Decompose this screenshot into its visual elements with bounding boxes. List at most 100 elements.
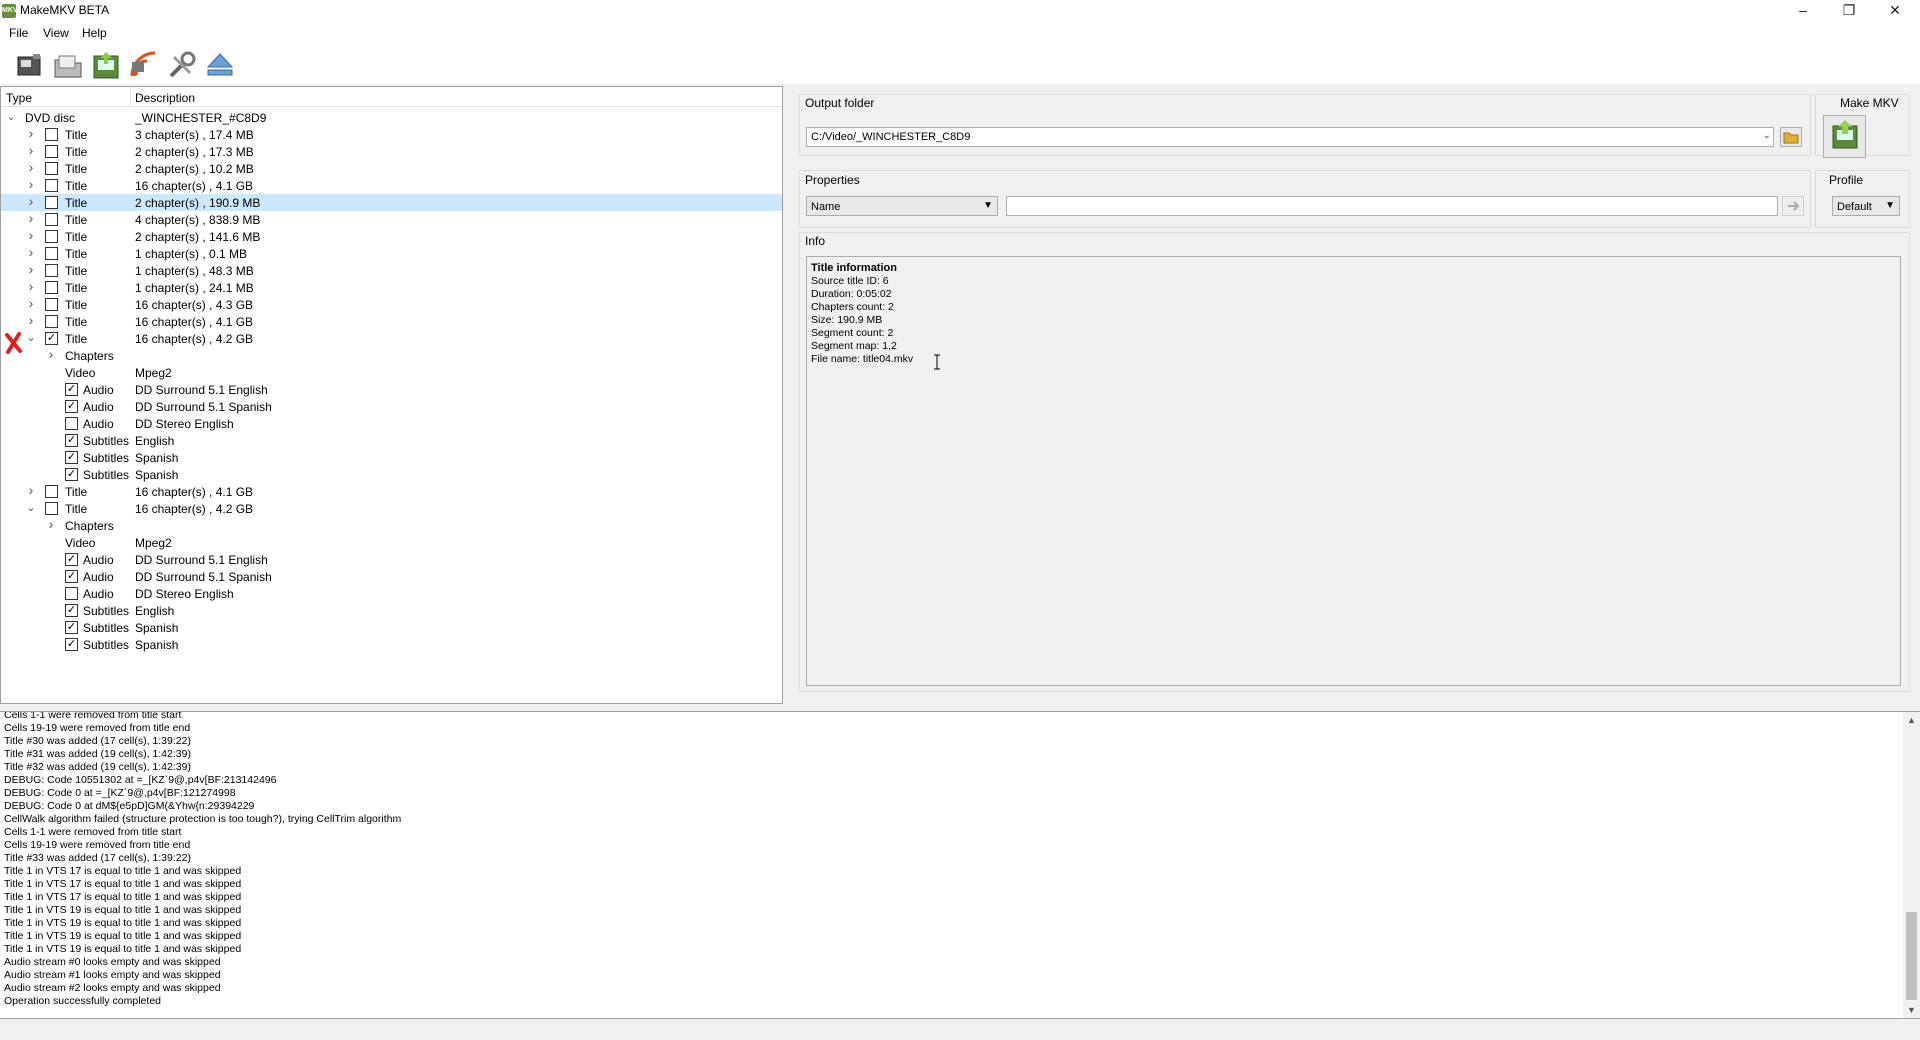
tree-row[interactable]: › Chapters bbox=[1, 517, 782, 534]
backup-icon[interactable] bbox=[89, 48, 123, 82]
tree-row[interactable]: ✓ Audio DD Surround 5.1 English bbox=[1, 551, 782, 568]
expand-arrow-icon[interactable]: › bbox=[26, 245, 36, 260]
tree-row[interactable]: › Title 16 chapter(s) , 4.1 GB bbox=[1, 313, 782, 330]
tree-row[interactable]: › Title 2 chapter(s) , 17.3 MB bbox=[1, 143, 782, 160]
column-header-description[interactable]: Description bbox=[135, 91, 195, 105]
minimize-icon[interactable]: – bbox=[1780, 0, 1826, 22]
tree-checkbox[interactable] bbox=[45, 281, 58, 294]
tree-row[interactable]: ⌄ Title 16 chapter(s) , 4.2 GB bbox=[1, 500, 782, 517]
open-files-icon[interactable] bbox=[13, 48, 47, 82]
tree-checkbox[interactable] bbox=[45, 485, 58, 498]
tree-checkbox[interactable]: ✓ bbox=[65, 383, 78, 396]
profile-select[interactable]: Default ▼ bbox=[1832, 196, 1900, 216]
tree-row[interactable]: › Title 1 chapter(s) , 24.1 MB bbox=[1, 279, 782, 296]
expand-arrow-icon[interactable]: › bbox=[26, 296, 36, 311]
tree-checkbox[interactable]: ✓ bbox=[45, 332, 58, 345]
tree-row[interactable]: › Title 1 chapter(s) , 48.3 MB bbox=[1, 262, 782, 279]
expand-arrow-icon[interactable]: › bbox=[26, 194, 36, 209]
tree-checkbox[interactable]: ✓ bbox=[65, 604, 78, 617]
tree-checkbox[interactable] bbox=[65, 417, 78, 430]
eject-icon[interactable] bbox=[203, 48, 237, 82]
tree-row[interactable]: › Title 2 chapter(s) , 141.6 MB bbox=[1, 228, 782, 245]
tree-row[interactable]: ✓ Audio DD Surround 5.1 Spanish bbox=[1, 568, 782, 585]
restore-icon[interactable]: ❐ bbox=[1826, 0, 1872, 22]
expand-arrow-icon[interactable]: › bbox=[26, 126, 36, 141]
output-folder-field[interactable]: C:/Video/_WINCHESTER_C8D9 ⌄ bbox=[806, 127, 1774, 147]
log-scrollbar[interactable]: ▲ ▼ bbox=[1903, 712, 1920, 1018]
tree-row[interactable]: ✓ Subtitles Spanish bbox=[1, 466, 782, 483]
tree-row[interactable]: › Title 1 chapter(s) , 0.1 MB bbox=[1, 245, 782, 262]
tree-checkbox[interactable] bbox=[45, 179, 58, 192]
expand-arrow-icon[interactable]: › bbox=[26, 228, 36, 243]
tree-checkbox[interactable]: ✓ bbox=[65, 434, 78, 447]
tree-row[interactable]: ✓ Subtitles Spanish bbox=[1, 636, 782, 653]
tree-row[interactable]: › Title 2 chapter(s) , 10.2 MB bbox=[1, 160, 782, 177]
tree-row[interactable]: ✓ Audio DD Surround 5.1 English bbox=[1, 381, 782, 398]
tree-row[interactable]: Video Mpeg2 bbox=[1, 534, 782, 551]
column-separator[interactable] bbox=[130, 87, 131, 107]
tree-checkbox[interactable] bbox=[45, 145, 58, 158]
tree-row[interactable]: ✓ Subtitles English bbox=[1, 602, 782, 619]
collapse-arrow-icon[interactable]: ⌄ bbox=[26, 501, 36, 515]
tree-checkbox[interactable] bbox=[45, 230, 58, 243]
tree-checkbox[interactable] bbox=[45, 213, 58, 226]
scroll-down-icon[interactable]: ▼ bbox=[1907, 1005, 1916, 1015]
scroll-up-icon[interactable]: ▲ bbox=[1907, 715, 1916, 725]
tree-row[interactable]: ✓ Subtitles Spanish bbox=[1, 619, 782, 636]
tree-row[interactable]: ✓ Subtitles English bbox=[1, 432, 782, 449]
tree-checkbox[interactable] bbox=[45, 247, 58, 260]
tree-row[interactable]: ⌄ ✓ Title 16 chapter(s) , 4.2 GB bbox=[1, 330, 782, 347]
menu-file[interactable]: File bbox=[9, 26, 28, 40]
tree-row[interactable]: › Title 2 chapter(s) , 190.9 MB bbox=[1, 194, 782, 211]
tree-row[interactable]: › Title 16 chapter(s) , 4.1 GB bbox=[1, 177, 782, 194]
tree-checkbox[interactable]: ✓ bbox=[65, 468, 78, 481]
expand-arrow-icon[interactable]: › bbox=[26, 262, 36, 277]
close-icon[interactable]: ✕ bbox=[1872, 0, 1918, 22]
tree-checkbox[interactable]: ✓ bbox=[65, 553, 78, 566]
tree-checkbox[interactable] bbox=[45, 264, 58, 277]
menu-view[interactable]: View bbox=[43, 26, 69, 40]
collapse-arrow-icon[interactable]: ⌄ bbox=[6, 110, 16, 124]
preferences-icon[interactable] bbox=[165, 48, 199, 82]
expand-arrow-icon[interactable]: › bbox=[46, 517, 56, 532]
tree-row[interactable]: › Title 16 chapter(s) , 4.1 GB bbox=[1, 483, 782, 500]
tree-checkbox[interactable] bbox=[45, 162, 58, 175]
tree-row[interactable]: ✓ Subtitles Spanish bbox=[1, 449, 782, 466]
tree-checkbox[interactable]: ✓ bbox=[65, 638, 78, 651]
tree-checkbox[interactable] bbox=[45, 502, 58, 515]
tree-row[interactable]: ⌄ DVD disc _WINCHESTER_#C8D9 bbox=[1, 109, 782, 126]
tree-row[interactable]: Video Mpeg2 bbox=[1, 364, 782, 381]
collapse-arrow-icon[interactable]: ⌄ bbox=[26, 331, 36, 345]
browse-folder-button[interactable] bbox=[1780, 127, 1802, 147]
tree-checkbox[interactable]: ✓ bbox=[65, 570, 78, 583]
expand-arrow-icon[interactable]: › bbox=[26, 279, 36, 294]
tree-checkbox[interactable] bbox=[45, 315, 58, 328]
tree-checkbox[interactable] bbox=[45, 128, 58, 141]
tree-checkbox[interactable]: ✓ bbox=[65, 621, 78, 634]
chevron-down-icon[interactable]: ⌄ bbox=[1763, 130, 1771, 141]
tree-checkbox[interactable]: ✓ bbox=[65, 400, 78, 413]
expand-arrow-icon[interactable]: › bbox=[26, 211, 36, 226]
menu-help[interactable]: Help bbox=[82, 26, 107, 40]
tree-checkbox[interactable] bbox=[45, 196, 58, 209]
expand-arrow-icon[interactable]: › bbox=[26, 483, 36, 498]
tree-row[interactable]: › Chapters bbox=[1, 347, 782, 364]
tree-row[interactable]: ✓ Audio DD Surround 5.1 Spanish bbox=[1, 398, 782, 415]
stream-icon[interactable] bbox=[127, 48, 161, 82]
expand-arrow-icon[interactable]: › bbox=[26, 143, 36, 158]
property-value-input[interactable] bbox=[1006, 196, 1778, 216]
expand-arrow-icon[interactable]: › bbox=[46, 347, 56, 362]
expand-arrow-icon[interactable]: › bbox=[26, 160, 36, 175]
tree-row[interactable]: › Title 4 chapter(s) , 838.9 MB bbox=[1, 211, 782, 228]
expand-arrow-icon[interactable]: › bbox=[26, 313, 36, 328]
column-header-type[interactable]: Type bbox=[6, 91, 32, 105]
tree-checkbox[interactable]: ✓ bbox=[65, 451, 78, 464]
property-select[interactable]: Name ▼ bbox=[806, 196, 998, 216]
tree-checkbox[interactable] bbox=[45, 298, 58, 311]
scroll-thumb[interactable] bbox=[1906, 912, 1917, 1000]
property-action-button[interactable] bbox=[1782, 196, 1804, 216]
make-mkv-button[interactable] bbox=[1823, 115, 1866, 158]
tree-row[interactable]: › Title 16 chapter(s) , 4.3 GB bbox=[1, 296, 782, 313]
log-panel[interactable]: Cells 1-1 were removed from title start C… bbox=[0, 711, 1920, 1019]
info-text-area[interactable]: Title information Source title ID: 6 Durat… bbox=[806, 256, 1901, 686]
